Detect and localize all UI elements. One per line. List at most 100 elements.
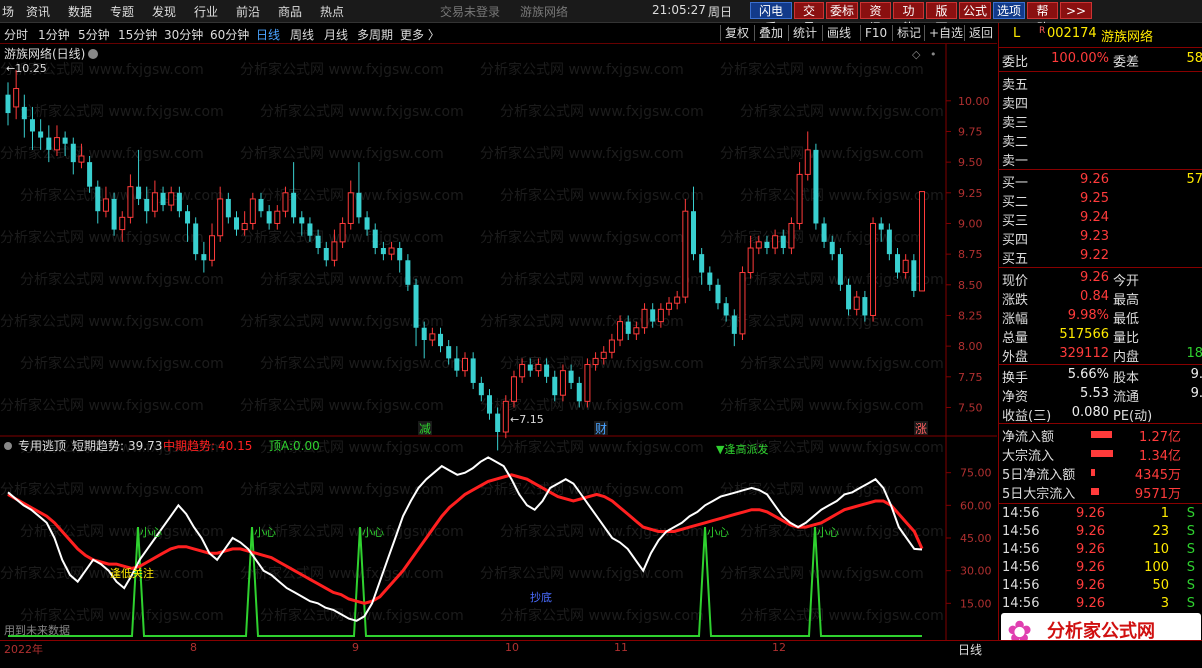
chart-tool-6[interactable]: +自选	[924, 25, 963, 41]
period-tab-0[interactable]: 分时	[4, 26, 28, 43]
caution-label: 小心	[254, 526, 276, 539]
bid-row: 买四 9.23	[999, 228, 1202, 248]
toolbar-button-8[interactable]: 帮助	[1027, 2, 1058, 35]
ask-row: 卖三	[999, 111, 1202, 131]
candle-body	[21, 106, 27, 120]
candle-body	[136, 186, 142, 199]
period-tab-1[interactable]: 1分钟	[38, 26, 70, 43]
indicator-axis-label: 60.00	[960, 499, 992, 512]
watermark-text: 分析家公式网 www.fxjgsw.com	[20, 271, 224, 288]
bid-row: 买五 9.22	[999, 247, 1202, 267]
menu-item-2[interactable]: 数据	[68, 3, 92, 20]
weekday: 周日	[708, 5, 733, 19]
toolbar-button-0[interactable]: 闪电手	[750, 2, 792, 35]
chart-tool-1[interactable]: 叠加	[754, 25, 783, 41]
indicator-options-icon[interactable]	[4, 442, 12, 450]
chart-tool-3[interactable]: 画线	[822, 25, 851, 41]
tick-price: 9.26	[1076, 506, 1105, 521]
price-axis-label: 8.75	[958, 248, 983, 261]
watermark-text: 分析家公式网 www.fxjgsw.com	[480, 145, 684, 162]
mid-trend-label: 中期趋势:	[163, 438, 215, 453]
bid-row: 买二 9.25	[999, 190, 1202, 210]
menu-item-0[interactable]: 场	[2, 3, 14, 20]
menu-item-3[interactable]: 专题	[110, 3, 134, 20]
price-axis-label: 9.25	[958, 187, 983, 200]
toolbar-button-2[interactable]: 委标	[826, 2, 858, 19]
toolbar-button-9[interactable]: >>	[1060, 2, 1092, 19]
fundamental-value: 5.66%	[1067, 367, 1109, 382]
kline-chart-svg[interactable]: 分析家公式网 www.fxjgsw.com 分析家公式网 www.fxjgsw.c…	[0, 44, 997, 640]
candle-body	[911, 260, 917, 291]
candle-body	[258, 198, 264, 212]
toolbar-button-7[interactable]: 选项	[993, 2, 1025, 19]
watermark-text: 分析家公式网 www.fxjgsw.com	[20, 355, 224, 372]
candle-body	[666, 302, 673, 310]
tick-volume: 1	[1160, 506, 1169, 521]
candle-body	[552, 376, 558, 396]
menu-item-5[interactable]: 行业	[194, 3, 218, 20]
toolbar-button-4[interactable]: 功能	[893, 2, 924, 35]
quote-stat-row: 涨幅 9.98% 最低	[999, 307, 1202, 327]
ask-label: 卖三	[1002, 116, 1029, 131]
menu-item-6[interactable]: 前沿	[236, 3, 260, 20]
menu-item-4[interactable]: 发现	[152, 3, 176, 20]
candle-body	[682, 210, 689, 298]
toolbar-button-6[interactable]: 公式	[959, 2, 991, 19]
brand-title: 游族网络	[520, 5, 569, 19]
candle-body	[339, 222, 346, 243]
chart-tool-2[interactable]: 统计	[788, 25, 817, 41]
menu-item-1[interactable]: 资讯	[26, 3, 50, 20]
period-tab-5[interactable]: 60分钟	[210, 26, 249, 43]
period-indicator[interactable]: 日线	[958, 641, 982, 658]
candle-body	[102, 198, 109, 212]
chart-tool-5[interactable]: 标记	[892, 25, 921, 41]
watermark-text: 分析家公式网 www.fxjgsw.com	[20, 607, 224, 624]
chart-tool-0[interactable]: 复权	[720, 25, 749, 41]
date-axis-label: 9	[352, 641, 359, 654]
period-tab-3[interactable]: 15分钟	[118, 26, 157, 43]
watermark-text: 分析家公式网 www.fxjgsw.com	[720, 397, 924, 414]
chart-tool-4[interactable]: F10	[860, 25, 887, 41]
period-tab-4[interactable]: 30分钟	[164, 26, 203, 43]
menu-item-7[interactable]: 商品	[278, 3, 302, 20]
candle-body	[372, 229, 378, 248]
chart-tool-7[interactable]: 返回	[964, 25, 993, 41]
candle-body	[13, 88, 20, 108]
candle-body	[707, 272, 713, 285]
toolbar-button-3[interactable]: 资讯	[860, 2, 891, 35]
event-marker[interactable]: 减	[419, 422, 431, 436]
candle-body	[282, 192, 289, 212]
tick-side: S	[1186, 560, 1195, 575]
watermark-text: 分析家公式网 www.fxjgsw.com	[260, 187, 464, 204]
stat-label: 外盘	[1002, 350, 1029, 365]
r-flag: R	[1039, 26, 1046, 36]
chart-area[interactable]: 分析家公式网 www.fxjgsw.com 分析家公式网 www.fxjgsw.c…	[0, 44, 997, 640]
tick-time: 14:56	[1002, 524, 1040, 539]
watermark-text: 分析家公式网 www.fxjgsw.com	[240, 397, 444, 414]
diamond-icon[interactable]: ◇	[912, 48, 921, 61]
period-tab-7[interactable]: 周线	[290, 26, 314, 43]
period-tab-6[interactable]: 日线	[256, 26, 280, 43]
fundamental-row: 净资 5.53 流通 9.	[999, 385, 1202, 405]
period-tab-2[interactable]: 5分钟	[78, 26, 110, 43]
candle-body	[168, 192, 175, 206]
event-marker[interactable]: 财	[595, 422, 607, 436]
candle-body	[421, 327, 427, 340]
period-tab-10[interactable]: 更多 〉	[400, 26, 440, 43]
bid-label: 买四	[1002, 233, 1029, 248]
chart-options-icon[interactable]	[88, 49, 98, 59]
toolbar-button-5[interactable]: 版面	[926, 2, 957, 35]
bottom-label: 抄底	[530, 590, 552, 604]
watermark-text: 分析家公式网 www.fxjgsw.com	[0, 481, 204, 498]
toolbar-button-1[interactable]: 交易	[794, 2, 824, 35]
period-tab-8[interactable]: 月线	[324, 26, 348, 43]
candle-body	[299, 217, 305, 224]
quote-stat-row: 现价 9.26 今开	[999, 269, 1202, 289]
event-marker[interactable]: 涨	[915, 421, 927, 436]
candle-body	[592, 357, 599, 366]
dot-icon[interactable]: •	[930, 48, 937, 61]
period-tab-9[interactable]: 多周期	[357, 26, 393, 43]
menu-item-8[interactable]: 热点	[320, 3, 344, 20]
price-axis-label: 9.50	[958, 156, 983, 169]
login-status[interactable]: 交易未登录	[440, 3, 500, 20]
